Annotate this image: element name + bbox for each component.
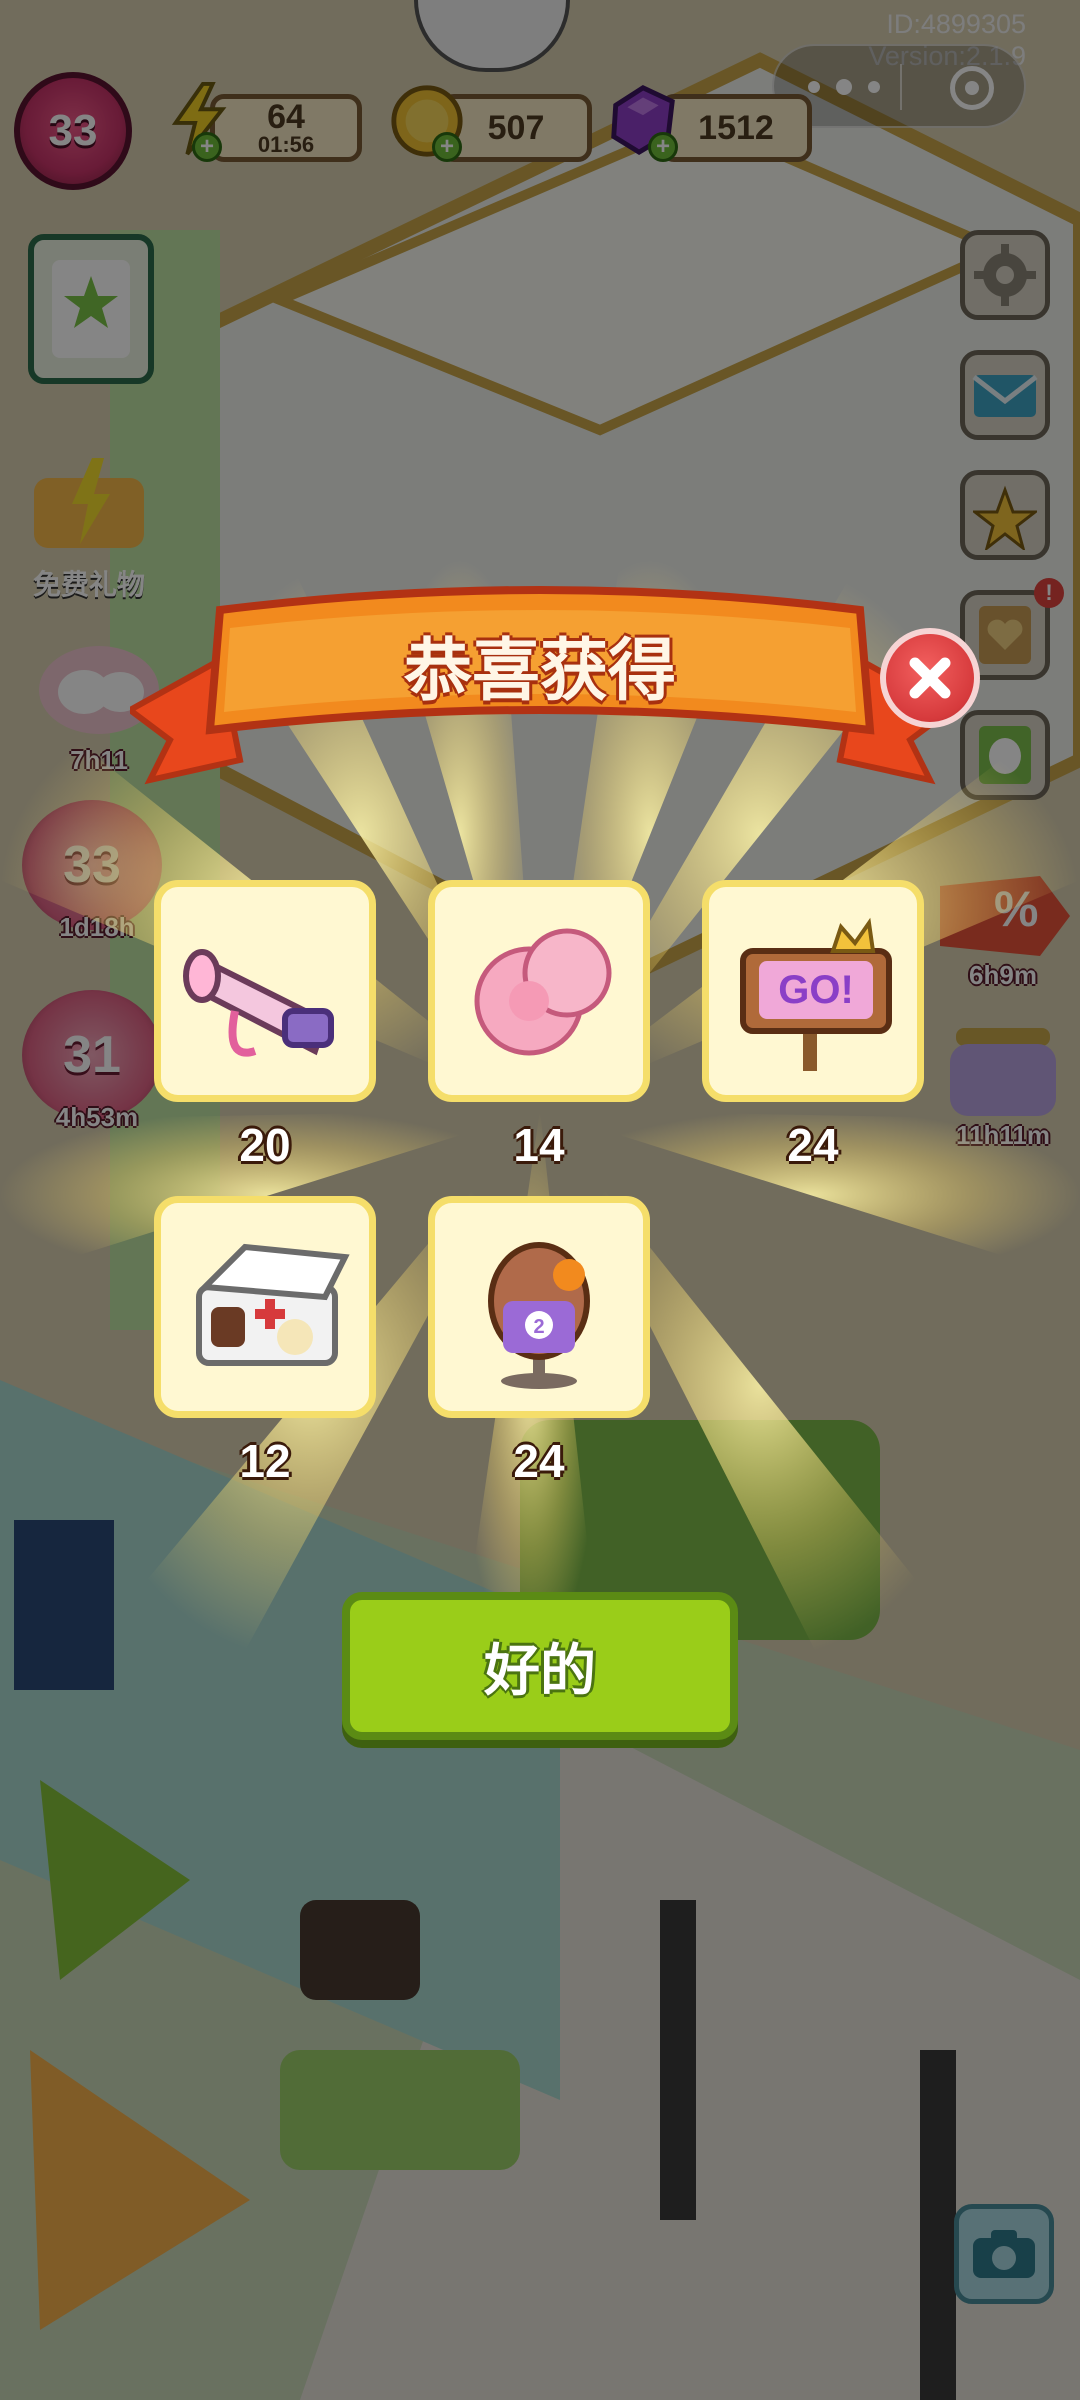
pompom-icon [474, 928, 612, 1056]
reward-count-pompom: 14 [513, 1119, 565, 1171]
close-dialog-button[interactable] [880, 628, 980, 728]
megaphone-icon [183, 949, 334, 1057]
ok-button[interactable]: 好的 [342, 1592, 738, 1740]
first-aid-kit-icon [196, 1243, 350, 1366]
svg-text:2: 2 [533, 1316, 544, 1338]
go-sign-icon: GO! [740, 917, 892, 1071]
reward-tile-go-sign[interactable]: GO! [702, 880, 924, 1102]
reward-tile-first-aid-kit[interactable] [154, 1196, 376, 1418]
reward-tile-pompom[interactable] [428, 880, 650, 1102]
reward-tile-megaphone[interactable] [154, 880, 376, 1102]
reward-count-first-aid-kit: 12 [239, 1435, 291, 1487]
close-icon [909, 657, 951, 699]
svg-text:GO!: GO! [778, 968, 854, 1012]
jersey-trophy-icon: 2 [488, 1242, 590, 1389]
reward-tile-jersey-trophy[interactable]: 2 [428, 1196, 650, 1418]
ok-button-label: 好的 [484, 1638, 596, 1702]
reward-count-go-sign: 24 [787, 1119, 839, 1171]
reward-count-jersey-trophy: 24 [513, 1435, 565, 1487]
reward-count-megaphone: 20 [239, 1119, 291, 1171]
